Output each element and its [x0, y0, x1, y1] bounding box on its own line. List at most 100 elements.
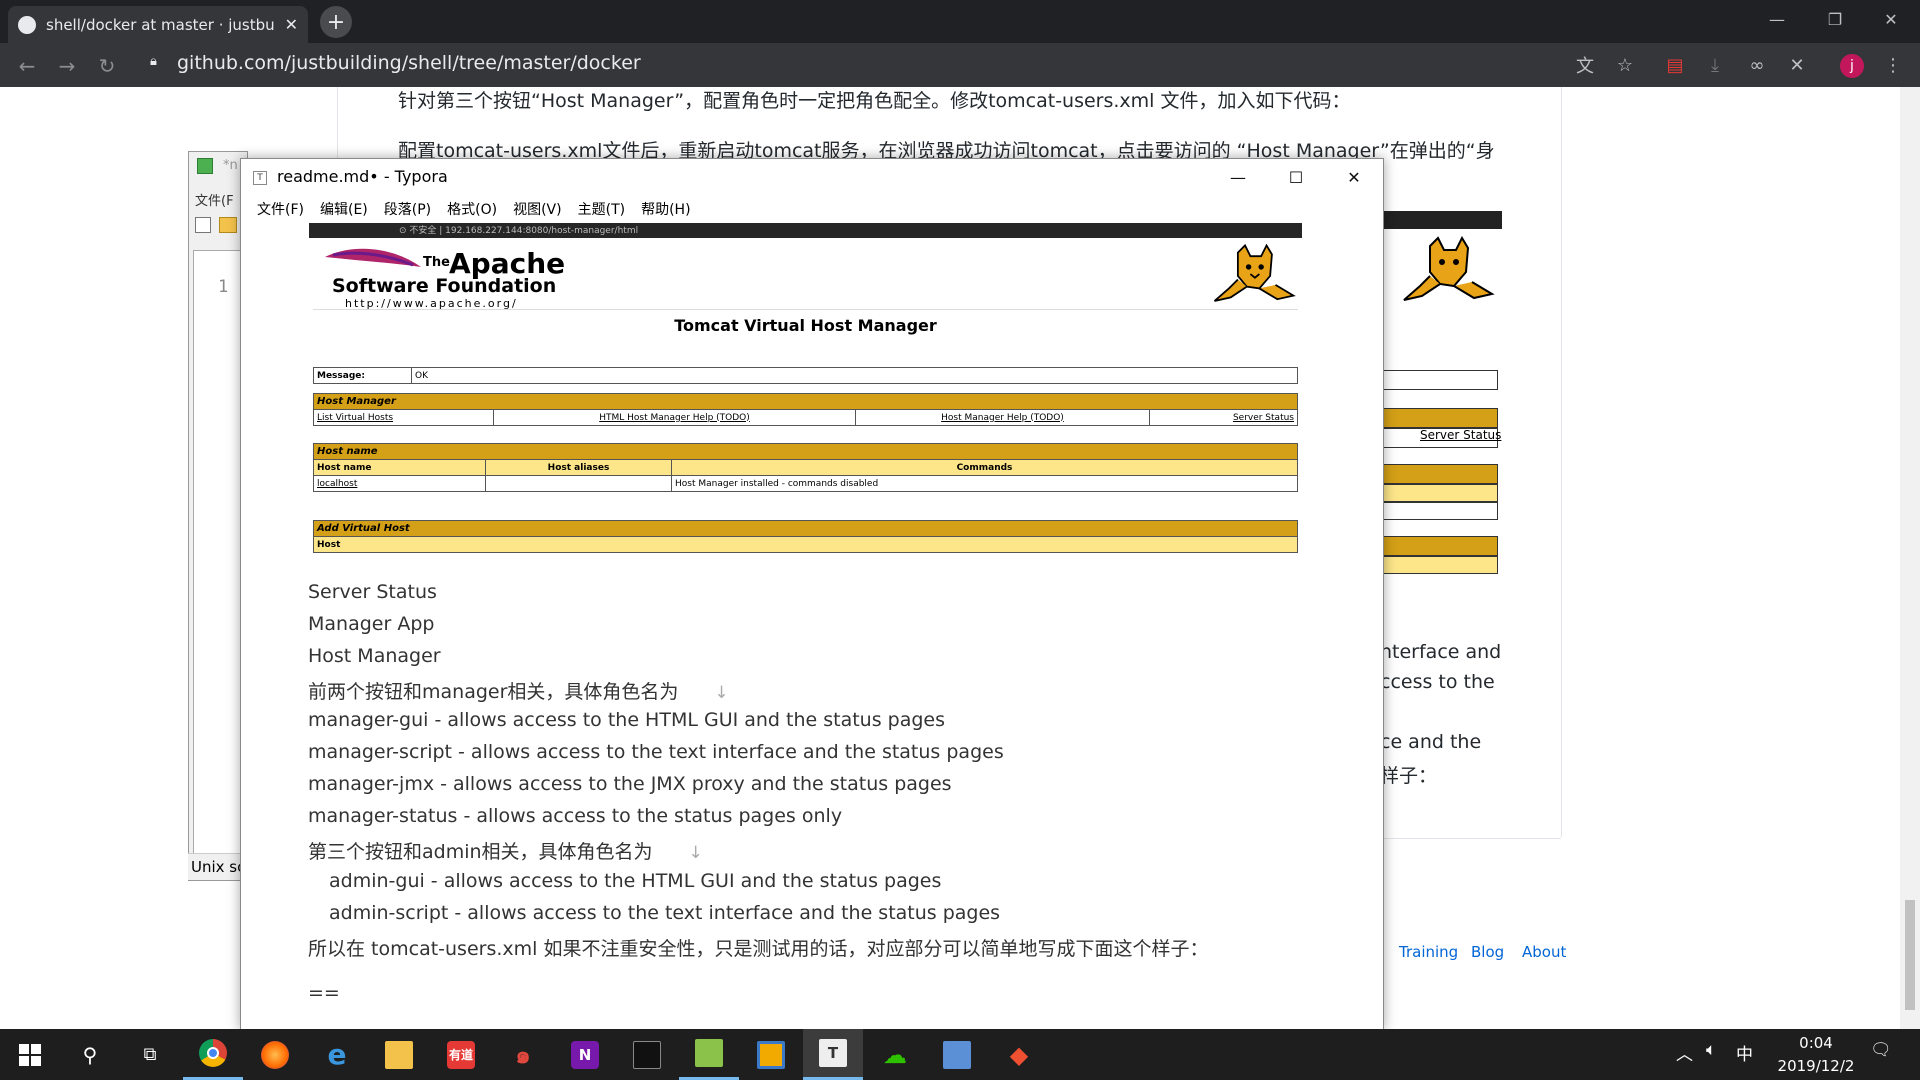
list-virtual-hosts-link[interactable]: List Virtual Hosts: [317, 413, 393, 423]
text-line[interactable]: manager-status - allows access to the st…: [308, 805, 842, 827]
menu-edit[interactable]: 编辑(E): [312, 195, 376, 223]
text-line[interactable]: 前两个按钮和manager相关，具体角色名为 ↓: [308, 677, 729, 704]
close-window-button[interactable]: ✕: [1862, 0, 1920, 38]
taskbar-youdao[interactable]: 有道: [431, 1029, 491, 1080]
footer-link-about[interactable]: About: [1522, 943, 1566, 961]
bookmark-star-icon[interactable]: ☆: [1612, 52, 1638, 78]
footer-link-blog[interactable]: Blog: [1471, 943, 1504, 961]
new-file-icon[interactable]: [195, 217, 211, 233]
reload-icon[interactable]: ↻: [94, 53, 120, 79]
typora-icon: T: [819, 1039, 847, 1067]
text-line[interactable]: manager-gui - allows access to the HTML …: [308, 709, 945, 731]
menu-help[interactable]: 帮助(H): [633, 195, 698, 223]
download-icon[interactable]: ⤓: [1702, 52, 1728, 78]
menu-theme[interactable]: 主题(T): [570, 195, 633, 223]
text-line-content: 第三个按钮和admin相关，具体角色名为: [308, 841, 653, 863]
taskbar-onenote[interactable]: N: [555, 1029, 615, 1080]
typora-titlebar[interactable]: T readme.md• - Typora — ☐ ✕: [241, 159, 1383, 195]
notepad-app-icon: [197, 158, 213, 174]
search-icon[interactable]: ⚲: [60, 1029, 120, 1080]
lock-icon[interactable]: 🔒︎: [150, 54, 164, 72]
windows-logo-icon: [19, 1043, 41, 1066]
text-line[interactable]: ==: [308, 982, 340, 1004]
notepad-menu-file[interactable]: 文件(F: [195, 190, 234, 209]
extension-glasses-icon[interactable]: ∞: [1744, 52, 1770, 78]
typora-minimize-button[interactable]: —: [1209, 159, 1267, 195]
start-button[interactable]: [0, 1029, 60, 1080]
typora-close-button[interactable]: ✕: [1325, 159, 1383, 195]
browser-tab[interactable]: shell/docker at master · justbu ✕: [8, 6, 308, 43]
notepad-plus-icon: [695, 1039, 723, 1067]
server-status-link[interactable]: Server Status: [1233, 413, 1294, 423]
menu-file[interactable]: 文件(F): [249, 195, 312, 223]
terminal-icon: [633, 1040, 661, 1069]
host-aliases-cell: [485, 475, 672, 492]
host-manager-help-link[interactable]: Host Manager Help (TODO): [941, 413, 1064, 423]
menu-paragraph[interactable]: 段落(P): [376, 195, 439, 223]
typora-window[interactable]: T readme.md• - Typora — ☐ ✕ 文件(F) 编辑(E) …: [240, 158, 1384, 1030]
readme-border-bottom: [1380, 838, 1561, 839]
page-scrollbar[interactable]: [1900, 87, 1920, 1029]
text-line[interactable]: Server Status: [308, 581, 437, 603]
message-label: Message:: [313, 367, 412, 384]
text-line[interactable]: admin-script - allows access to the text…: [329, 902, 1000, 924]
readme-text-fragment: 样子：: [1380, 765, 1438, 787]
taskbar-file-explorer[interactable]: [369, 1029, 429, 1080]
taskbar-notepad[interactable]: [679, 1029, 739, 1080]
html-host-manager-help-link[interactable]: HTML Host Manager Help (TODO): [599, 413, 750, 423]
notepad-editor[interactable]: 1: [193, 250, 243, 862]
embedded-screenshot-image[interactable]: ⊙ 不安全 | 192.168.227.144:8080/host-manage…: [309, 223, 1302, 563]
profile-avatar[interactable]: j: [1840, 54, 1864, 78]
git-icon: ◆: [1009, 1040, 1029, 1069]
forward-icon[interactable]: →: [54, 53, 80, 79]
onenote-icon: N: [571, 1040, 599, 1069]
restore-window-button[interactable]: ❐: [1806, 0, 1864, 38]
chrome-menu-icon[interactable]: ⋮: [1880, 52, 1906, 78]
close-tab-icon[interactable]: ✕: [285, 15, 298, 34]
open-folder-icon[interactable]: [219, 217, 237, 233]
footer-link-training[interactable]: Training: [1399, 943, 1458, 961]
typora-menubar: 文件(F) 编辑(E) 段落(P) 格式(O) 视图(V) 主题(T) 帮助(H…: [241, 195, 1383, 223]
text-line[interactable]: 第三个按钮和admin相关，具体角色名为 ↓: [308, 837, 703, 864]
text-line[interactable]: Host Manager: [308, 645, 441, 667]
notification-center-icon[interactable]: 🗨︎: [1870, 1040, 1892, 1060]
message-table: Message: OK: [313, 367, 1298, 384]
taskbar-typora[interactable]: T: [803, 1029, 863, 1080]
taskbar-app[interactable]: [741, 1029, 801, 1080]
volume-muted-icon[interactable]: 🔈︎: [1706, 1040, 1716, 1060]
taskbar-git[interactable]: ◆: [989, 1029, 1049, 1080]
ime-indicator[interactable]: 中: [1736, 1040, 1753, 1065]
taskbar-weibo[interactable]: ๑: [493, 1029, 553, 1080]
taskbar-terminal[interactable]: [617, 1029, 677, 1080]
back-icon[interactable]: ←: [14, 53, 40, 79]
text-line[interactable]: 所以在 tomcat-users.xml 如果不注重安全性，只是测试用的话，对应…: [308, 934, 1208, 961]
add-virtual-host-table: Add Virtual Host Host: [313, 520, 1298, 553]
text-line[interactable]: manager-script - allows access to the te…: [308, 741, 1004, 763]
menu-view[interactable]: 视图(V): [505, 195, 570, 223]
new-tab-button[interactable]: +: [320, 6, 352, 38]
tray-chevron-icon[interactable]: ︿: [1676, 1040, 1693, 1065]
typora-maximize-button[interactable]: ☐: [1267, 159, 1325, 195]
host-manager-header: Host Manager: [313, 393, 1298, 410]
text-line[interactable]: Manager App: [308, 613, 434, 635]
task-view-icon[interactable]: ⧉: [120, 1029, 180, 1080]
taskbar-wechat[interactable]: ☁: [865, 1029, 925, 1080]
clock-time[interactable]: 0:04: [1788, 1034, 1844, 1052]
taskbar-remote-desktop[interactable]: [927, 1029, 987, 1080]
text-line[interactable]: admin-gui - allows access to the HTML GU…: [329, 870, 941, 892]
tomcat-logo-icon: [1403, 236, 1495, 301]
text-line[interactable]: manager-jmx - allows access to the JMX p…: [308, 773, 952, 795]
taskbar-edge[interactable]: e: [307, 1029, 367, 1080]
translate-icon[interactable]: 文: [1572, 52, 1598, 78]
extension-x-icon[interactable]: ✕: [1784, 52, 1810, 78]
page-scrollbar-thumb[interactable]: [1905, 900, 1915, 1010]
localhost-link[interactable]: localhost: [317, 479, 357, 489]
clock-date[interactable]: 2019/12/2: [1766, 1057, 1866, 1075]
taskbar-chrome[interactable]: [183, 1029, 243, 1080]
minimize-window-button[interactable]: —: [1748, 0, 1806, 38]
extension-red-icon[interactable]: ▤: [1662, 52, 1688, 78]
menu-format[interactable]: 格式(O): [439, 195, 505, 223]
address-bar[interactable]: github.com/justbuilding/shell/tree/maste…: [177, 52, 641, 74]
column-header: Commands: [671, 459, 1298, 476]
taskbar-firefox[interactable]: [245, 1029, 305, 1080]
